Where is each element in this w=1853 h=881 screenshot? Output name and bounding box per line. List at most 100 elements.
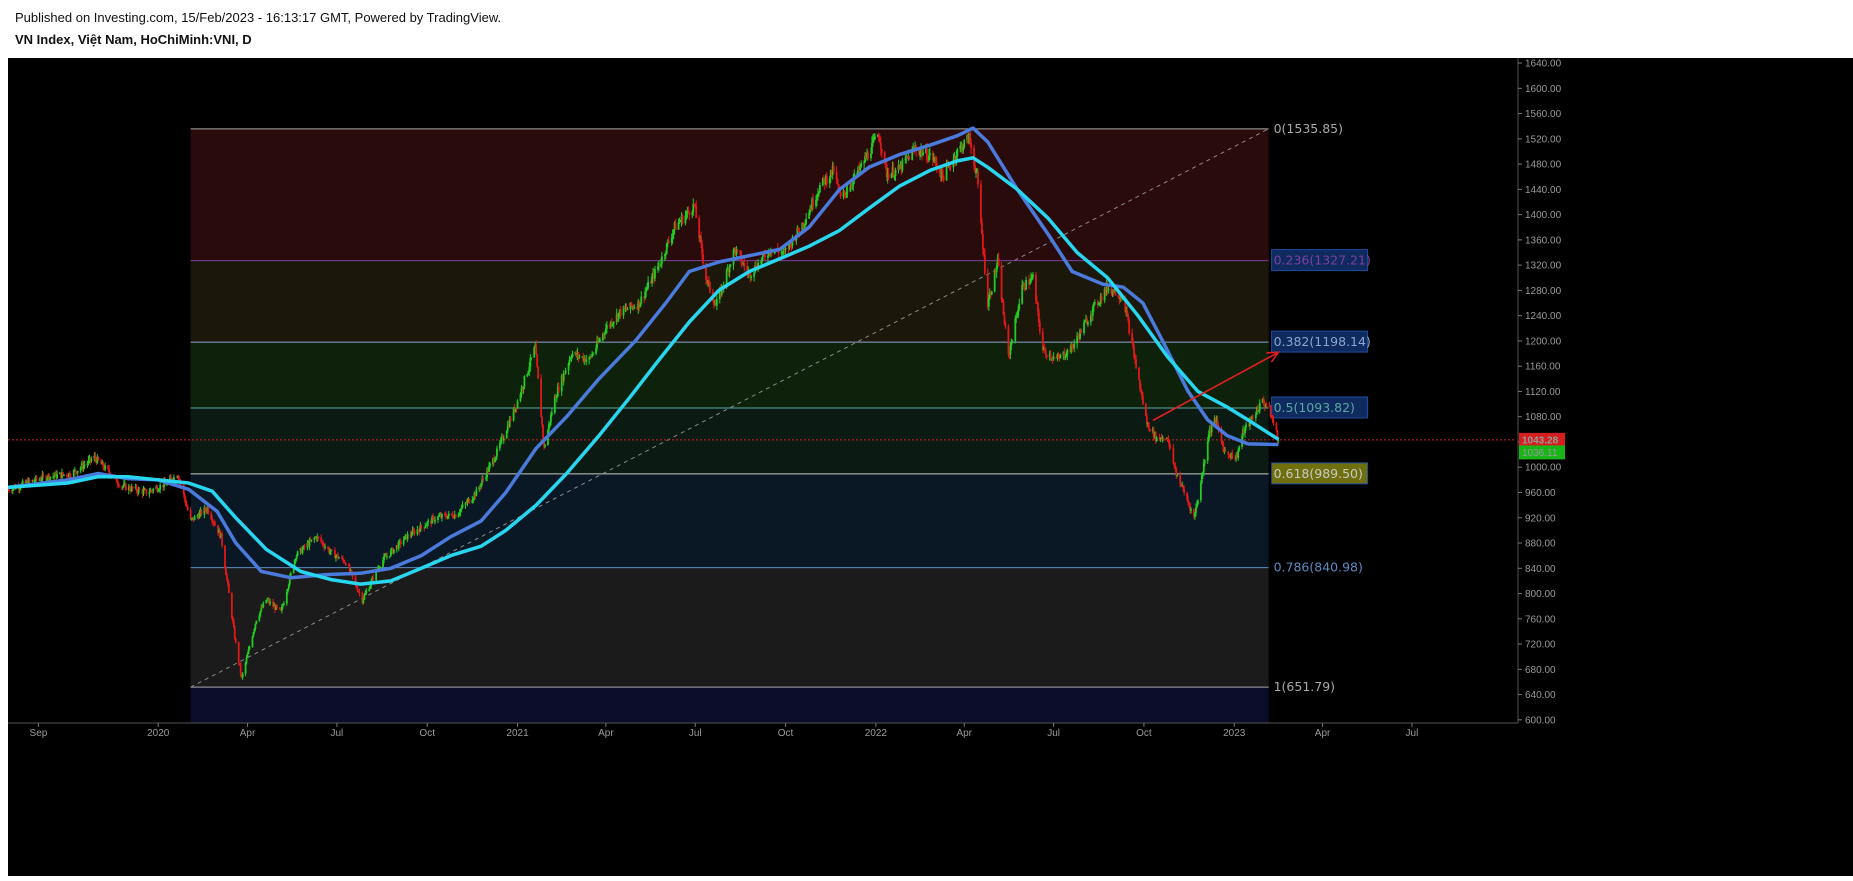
candle-body — [159, 484, 162, 490]
candle-body — [1049, 354, 1052, 359]
candle-body — [599, 339, 601, 341]
fib-label: 0.786(840.98) — [1274, 560, 1363, 575]
candle-body — [148, 492, 151, 495]
x-tick-label: Apr — [956, 728, 972, 739]
candle-body — [743, 262, 746, 267]
candle-body — [537, 366, 540, 379]
candle-body — [53, 476, 56, 478]
candle-body — [1197, 500, 1199, 505]
candle-body — [1190, 508, 1192, 511]
candle-body — [729, 264, 732, 266]
candle-body — [1073, 343, 1076, 348]
candle-body — [709, 282, 711, 292]
candle-body — [544, 445, 546, 447]
candle-body — [138, 488, 141, 490]
ma-value-tag-label: 1036.11 — [1522, 448, 1558, 459]
x-tick-label: Jul — [1406, 728, 1419, 739]
candle-body — [798, 230, 801, 232]
x-tick-label: 2021 — [506, 728, 529, 739]
candle-body — [860, 163, 863, 167]
candle-body — [124, 483, 127, 491]
candle-body — [509, 418, 512, 421]
candle-body — [963, 140, 966, 147]
candle-body — [233, 627, 236, 639]
candle-body — [97, 456, 100, 461]
x-tick-label: 2020 — [147, 728, 170, 739]
y-tick-label: 1160.00 — [1525, 362, 1561, 373]
candle-body — [1011, 340, 1014, 343]
candle-body — [255, 620, 258, 624]
price-chart[interactable]: 0(1535.85) 0.236(1327.21) 0.382(1198.14) 0.… — [8, 58, 1853, 876]
y-tick-label: 1080.00 — [1525, 412, 1562, 423]
candle-body — [880, 148, 883, 153]
candle-body — [633, 307, 636, 309]
candle-body — [1087, 322, 1089, 325]
candle-body — [681, 216, 684, 224]
candle-body — [379, 567, 381, 569]
x-tick-label: Apr — [598, 728, 614, 739]
candle-body — [63, 474, 65, 476]
y-tick-label: 920.00 — [1525, 513, 1556, 524]
candle-body — [104, 465, 107, 470]
candle-body — [1025, 279, 1027, 290]
candle-body — [949, 166, 952, 168]
candle-body — [533, 347, 536, 358]
candle-body — [883, 152, 886, 159]
candle-body — [1052, 356, 1055, 360]
candle-body — [750, 276, 753, 278]
y-tick-label: 1200.00 — [1525, 336, 1562, 347]
fib-band — [190, 687, 1269, 723]
candle-body — [1135, 359, 1137, 368]
candle-body — [317, 536, 320, 538]
candle-body — [461, 504, 464, 508]
candle-body — [214, 524, 217, 526]
candle-body — [674, 222, 677, 230]
candle-body — [254, 623, 257, 629]
candle-body — [956, 149, 959, 156]
candle-body — [542, 425, 544, 439]
fib-label: 0.618(989.50) — [1274, 466, 1363, 481]
candle-body — [363, 594, 366, 600]
candle-body — [1224, 450, 1227, 452]
candle-body — [516, 400, 519, 408]
y-tick-label: 840.00 — [1525, 564, 1556, 575]
candle-body — [1083, 322, 1085, 333]
candle-body — [56, 474, 58, 479]
candle-body — [1199, 483, 1202, 501]
chart-area[interactable]: 0(1535.85) 0.236(1327.21) 0.382(1198.14) 0.… — [8, 58, 1853, 876]
y-tick-label: 1400.00 — [1525, 210, 1562, 221]
x-tick-label: Sep — [30, 728, 48, 739]
candle-body — [564, 370, 567, 374]
y-tick-label: 640.00 — [1525, 690, 1556, 701]
candle-body — [702, 254, 704, 264]
candle-body — [592, 353, 595, 355]
candle-body — [424, 526, 427, 529]
candle-body — [832, 166, 835, 173]
candle-body — [1142, 395, 1144, 405]
candle-body — [977, 171, 979, 185]
candle-body — [557, 386, 560, 392]
candle-body — [922, 152, 924, 156]
candle-body — [736, 249, 739, 251]
candle-body — [337, 557, 340, 559]
fib-label: 0.382(1198.14) — [1274, 334, 1371, 349]
candle-body — [585, 359, 588, 362]
candle-body — [49, 476, 52, 481]
fib-label: 0.236(1327.21) — [1274, 253, 1371, 268]
candle-body — [605, 325, 608, 329]
candle-body — [1245, 424, 1247, 428]
candle-body — [647, 281, 650, 288]
candle-body — [1272, 419, 1275, 424]
candle-body — [1238, 446, 1241, 451]
candle-body — [1128, 320, 1131, 334]
candle-body — [660, 256, 663, 264]
fib-band — [190, 342, 1269, 408]
x-tick-label: Jul — [1047, 728, 1060, 739]
candle-body — [21, 480, 24, 484]
candle-body — [1044, 350, 1047, 355]
candle-body — [942, 176, 945, 181]
candle-body — [427, 520, 430, 523]
candle-body — [1066, 349, 1069, 356]
candle-body — [770, 252, 773, 254]
candle-body — [402, 540, 405, 545]
